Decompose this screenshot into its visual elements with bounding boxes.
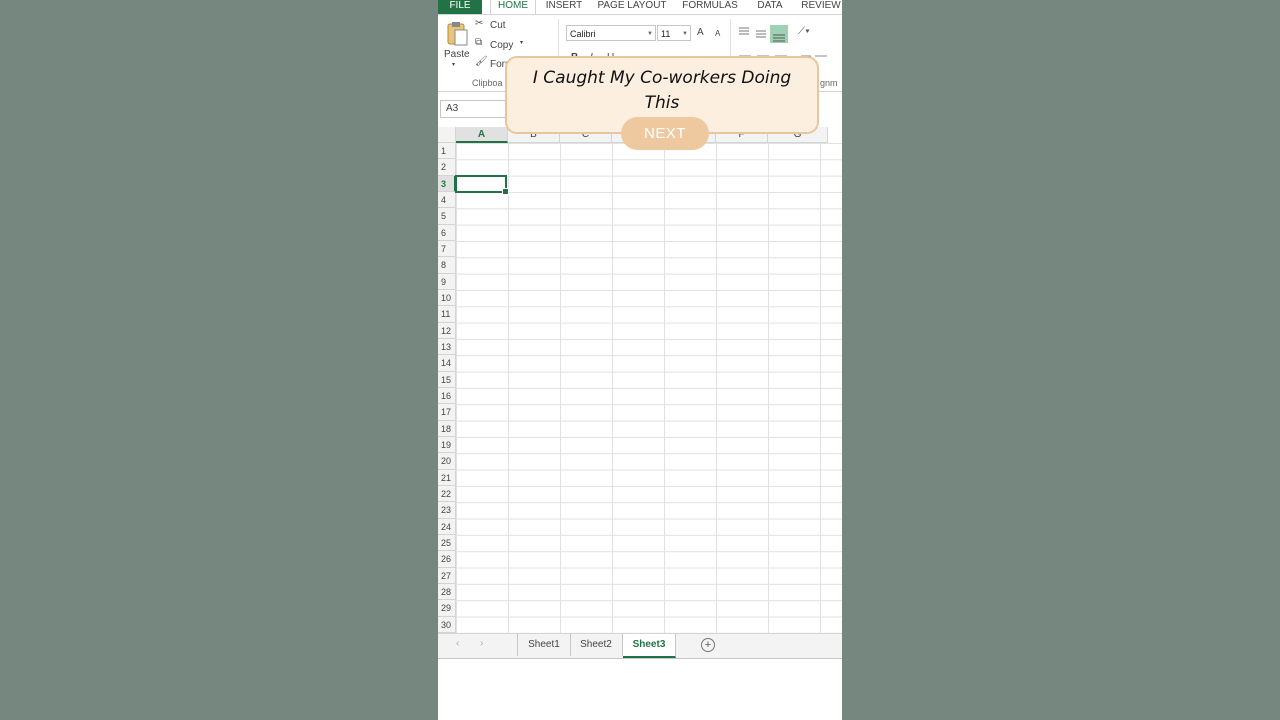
chevron-right-icon[interactable]: › — [480, 638, 483, 649]
row-header-22[interactable]: 22 — [438, 485, 456, 503]
cut-button[interactable]: Cut — [490, 20, 506, 31]
tab-file[interactable]: FILE — [438, 0, 482, 14]
font-name-select[interactable]: Calibri ▼ — [566, 25, 656, 41]
next-button[interactable]: NEXT — [621, 117, 709, 150]
row-header-23[interactable]: 23 — [438, 502, 456, 519]
row-header-24[interactable]: 24 — [438, 518, 456, 535]
row-header-6[interactable]: 6 — [438, 224, 456, 241]
row-header-4[interactable]: 4 — [438, 191, 456, 209]
cut-icon[interactable]: ✂ — [475, 18, 483, 29]
tab-page-layout[interactable]: PAGE LAYOUT — [596, 0, 668, 14]
ribbon-tabs: FILE HOME INSERT PAGE LAYOUT FORMULAS DA… — [438, 0, 842, 14]
overlay-title: I Caught My Co-workers Doing This — [532, 68, 792, 113]
spreadsheet-grid: ABCDEFG 12345678910111213141516171819202… — [438, 127, 842, 633]
row-header-7[interactable]: 7 — [438, 240, 456, 258]
row-header-3[interactable]: 3 — [438, 175, 456, 192]
font-size-value: 11 — [661, 29, 671, 39]
row-header-30[interactable]: 30 — [438, 616, 456, 633]
row-header-26[interactable]: 26 — [438, 551, 456, 568]
row-header-12[interactable]: 12 — [438, 322, 456, 339]
alignment-group-label: gnm — [820, 78, 838, 88]
sheet-tab-sheet1[interactable]: Sheet1 — [517, 634, 571, 656]
tab-review[interactable]: REVIEW — [800, 0, 842, 14]
sheet-tab-sheet2[interactable]: Sheet2 — [570, 634, 623, 656]
row-header-15[interactable]: 15 — [438, 371, 456, 388]
row-header-21[interactable]: 21 — [438, 469, 456, 486]
add-sheet-icon[interactable]: + — [701, 638, 715, 652]
row-header-14[interactable]: 14 — [438, 355, 456, 372]
font-size-select[interactable]: 11 ▼ — [657, 25, 691, 41]
column-header-a[interactable]: A — [456, 127, 508, 143]
row-header-27[interactable]: 27 — [438, 567, 456, 584]
row-header-9[interactable]: 9 — [438, 273, 456, 290]
copy-dropdown-icon[interactable]: ▾ — [520, 39, 523, 46]
row-header-8[interactable]: 8 — [438, 257, 456, 274]
row-header-2[interactable]: 2 — [438, 159, 456, 176]
row-header-5[interactable]: 5 — [438, 208, 456, 225]
select-all-corner[interactable] — [438, 127, 456, 143]
format-painter-icon[interactable]: 🖌 — [475, 56, 488, 67]
row-header-11[interactable]: 11 — [438, 306, 456, 323]
sheet-tab-sheet3[interactable]: Sheet3 — [623, 634, 676, 658]
row-header-29[interactable]: 29 — [438, 600, 456, 617]
copy-button[interactable]: Copy — [490, 40, 513, 51]
align-buttons — [739, 25, 788, 43]
row-header-18[interactable]: 18 — [438, 420, 456, 437]
row-header-28[interactable]: 28 — [438, 583, 456, 601]
row-header-16[interactable]: 16 — [438, 387, 456, 405]
active-cell[interactable] — [455, 175, 509, 195]
tab-insert[interactable]: INSERT — [542, 0, 586, 14]
tab-home[interactable]: HOME — [490, 0, 536, 14]
sheet-tab-bar: ‹ › Sheet1 Sheet2 Sheet3 + — [438, 633, 842, 659]
row-header-1[interactable]: 1 — [438, 143, 456, 160]
row-header-20[interactable]: 20 — [438, 453, 456, 470]
row-header-19[interactable]: 19 — [438, 436, 456, 454]
tab-formulas[interactable]: FORMULAS — [678, 0, 742, 14]
paste-icon[interactable] — [445, 21, 469, 47]
font-name-value: Calibri — [570, 29, 596, 39]
chevron-down-icon: ▼ — [647, 31, 653, 37]
tab-data[interactable]: DATA — [752, 0, 788, 14]
cell-area[interactable] — [456, 143, 842, 633]
copy-icon[interactable]: ⧉ — [475, 37, 482, 48]
row-header-25[interactable]: 25 — [438, 534, 456, 552]
clipboard-group-label: Clipboa — [472, 78, 503, 88]
paste-label[interactable]: Paste — [444, 49, 470, 60]
orientation-icon[interactable]: ⟋▾ — [798, 26, 810, 37]
grow-font-button[interactable]: A — [697, 27, 704, 38]
row-header-13[interactable]: 13 — [438, 338, 456, 356]
row-header-17[interactable]: 17 — [438, 404, 456, 421]
shrink-font-button[interactable]: A — [715, 29, 720, 38]
chevron-left-icon[interactable]: ‹ — [456, 638, 459, 649]
chevron-down-icon: ▼ — [682, 31, 688, 37]
row-header-10[interactable]: 10 — [438, 289, 456, 307]
name-box[interactable]: A3 — [440, 100, 510, 118]
paste-dropdown-icon[interactable]: ▾ — [452, 61, 455, 68]
